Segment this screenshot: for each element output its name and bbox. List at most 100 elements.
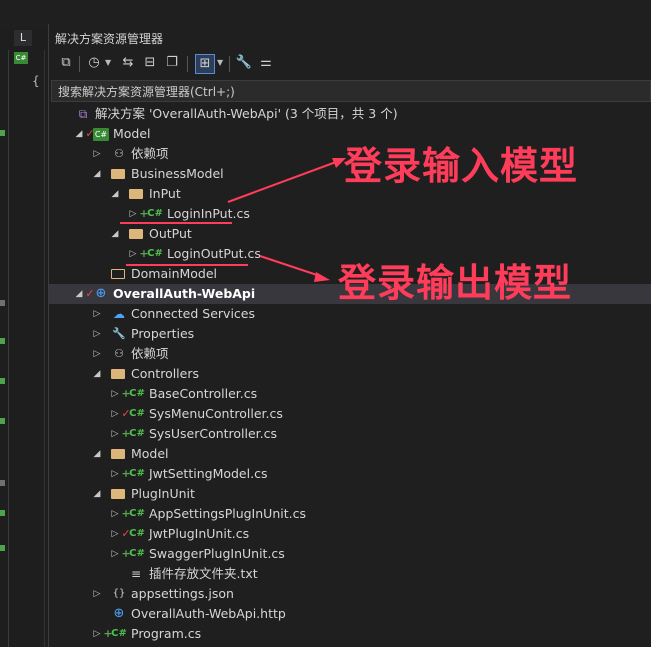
- tree-item[interactable]: ▷ ⚇ 依赖项: [49, 344, 651, 364]
- vs-switch-view-icon[interactable]: ⧉: [57, 54, 75, 72]
- gutter-divider: [44, 50, 45, 647]
- properties-wrench-icon[interactable]: 🔧: [235, 54, 253, 72]
- expander-closed-icon[interactable]: ▷: [91, 324, 103, 344]
- expander-closed-icon[interactable]: ▷: [91, 624, 103, 644]
- tree-item[interactable]: ▷ ☁ Connected Services: [49, 304, 651, 324]
- text-file-icon: ≡: [130, 567, 142, 581]
- expander-closed-icon[interactable]: ▷: [109, 464, 121, 484]
- expander-closed-icon[interactable]: ▷: [91, 144, 103, 164]
- preview-icon[interactable]: ⚌: [257, 54, 275, 72]
- expander-open-icon[interactable]: ◢: [73, 124, 85, 144]
- tree-item-label: Controllers: [131, 366, 199, 381]
- expander-closed-icon[interactable]: ▷: [109, 524, 121, 544]
- dependencies-icon: ⚇: [114, 347, 124, 360]
- cs-file-icon: C#: [129, 408, 145, 419]
- tree-item[interactable]: ◢ Model: [49, 444, 651, 464]
- folder-open-icon: [129, 189, 143, 199]
- cs-file-icon: C#: [147, 208, 163, 219]
- cs-file-icon: C#: [129, 428, 145, 439]
- annotation-input-model: 登录输入模型: [344, 144, 579, 188]
- collapse-icon[interactable]: ⊟: [141, 54, 159, 72]
- expander-open-icon[interactable]: ◢: [109, 224, 121, 244]
- chevron-down-icon[interactable]: ▼: [105, 58, 111, 67]
- search-input[interactable]: 搜索解决方案资源管理器(Ctrl+;): [51, 80, 651, 102]
- expander-open-icon[interactable]: ◢: [91, 444, 103, 464]
- tree-item[interactable]: ▷ ✓ C# JwtPlugInUnit.cs: [49, 524, 651, 544]
- expander-closed-icon[interactable]: ▷: [109, 404, 121, 424]
- expander-closed-icon[interactable]: ▷: [127, 204, 139, 224]
- annotation-output-model: 登录输出模型: [338, 261, 573, 305]
- expander-closed-icon[interactable]: ▷: [91, 304, 103, 324]
- tree-item[interactable]: ◢ Controllers: [49, 364, 651, 384]
- chevron-down-icon[interactable]: ▼: [217, 58, 223, 67]
- solution-explorer-panel: 解决方案资源管理器 ⧉ ◷ ▼ ⇆ ⊟ ❐ ⊞ ▼ 🔧 ⚌ 搜索解决方案资源管理…: [48, 24, 651, 647]
- tree-item-label: Properties: [131, 326, 195, 341]
- toolbar-separator: [187, 56, 188, 72]
- solution-explorer-toolbar: ⧉ ◷ ▼ ⇆ ⊟ ❐ ⊞ ▼ 🔧 ⚌: [49, 50, 651, 78]
- tree-item[interactable]: ◢ PlugInUnit: [49, 484, 651, 504]
- tree-item[interactable]: ▷ + C# SwaggerPlugInUnit.cs: [49, 544, 651, 564]
- expander-open-icon[interactable]: ◢: [91, 364, 103, 384]
- tree-item[interactable]: ▷ + C# LoginInPut.cs: [49, 204, 651, 224]
- tree-item[interactable]: ▷ + C# AppSettingsPlugInUnit.cs: [49, 504, 651, 524]
- filter-pending-icon[interactable]: ⊞: [195, 54, 215, 74]
- tree-item-label: Program.cs: [131, 626, 202, 641]
- expander-closed-icon[interactable]: ▷: [91, 344, 103, 364]
- expander-closed-icon[interactable]: ▷: [109, 504, 121, 524]
- cs-file-icon: C#: [14, 52, 28, 64]
- tree-item[interactable]: ▷ 🔧 Properties: [49, 324, 651, 344]
- panel-title: 解决方案资源管理器: [55, 32, 164, 46]
- tree-item[interactable]: ▷ {} appsettings.json: [49, 584, 651, 604]
- show-all-files-icon[interactable]: ❐: [163, 54, 181, 72]
- solution-icon: ⧉: [78, 107, 88, 121]
- expander-open-icon[interactable]: ◢: [91, 164, 103, 184]
- expander-closed-icon[interactable]: ▷: [127, 244, 139, 264]
- tree-item[interactable]: ⧉ 解决方案 'OverallAuth-WebApi' (3 个项目，共 3 个): [49, 104, 651, 124]
- change-marker: [0, 130, 5, 136]
- sync-icon[interactable]: ⇆: [119, 54, 137, 72]
- tree-item-label: SysUserController.cs: [149, 426, 278, 441]
- change-marker: [0, 510, 5, 516]
- cs-file-icon: C#: [129, 508, 145, 519]
- editor-gutter: L C# {: [0, 0, 48, 647]
- json-file-icon: {}: [112, 588, 126, 599]
- expander-open-icon[interactable]: ◢: [73, 284, 85, 304]
- tree-item[interactable]: ⊕ OverallAuth-WebApi.http: [49, 604, 651, 624]
- cs-file-icon: C#: [129, 468, 145, 479]
- tree-item-label: BusinessModel: [131, 166, 224, 181]
- tree-item[interactable]: ▷ ✓ C# SysMenuController.cs: [49, 404, 651, 424]
- tree-item-label: OverallAuth-WebApi: [113, 286, 256, 301]
- http-file-icon: ⊕: [113, 606, 125, 621]
- tree-item-label: BaseController.cs: [149, 386, 258, 401]
- cs-file-icon: C#: [129, 388, 145, 399]
- expander-closed-icon[interactable]: ▷: [109, 424, 121, 444]
- gutter-divider: [8, 50, 9, 647]
- change-marker: [0, 480, 5, 486]
- tree-item-label: appsettings.json: [131, 586, 234, 601]
- tree-item-label: 解决方案 'OverallAuth-WebApi' (3 个项目，共 3 个): [95, 106, 398, 121]
- annotation-underline: [120, 222, 232, 224]
- expander-open-icon[interactable]: ◢: [109, 184, 121, 204]
- editor-tab[interactable]: L: [14, 30, 32, 46]
- expander-open-icon[interactable]: ◢: [91, 484, 103, 504]
- connected-services-icon: ☁: [113, 307, 125, 321]
- expander-closed-icon[interactable]: ▷: [109, 384, 121, 404]
- properties-icon: 🔧: [112, 327, 126, 340]
- history-icon[interactable]: ◷: [85, 54, 103, 72]
- expander-closed-icon[interactable]: ▷: [109, 544, 121, 564]
- change-marker: [0, 338, 5, 344]
- tree-item[interactable]: ▷ + C# Program.cs: [49, 624, 651, 644]
- tree-item-label: OutPut: [149, 226, 192, 241]
- tree-item-label: JwtPlugInUnit.cs: [149, 526, 250, 541]
- tree-item-label: 依赖项: [131, 146, 169, 161]
- tree-item-label: LoginOutPut.cs: [167, 246, 261, 261]
- tree-item[interactable]: ▷ + C# BaseController.cs: [49, 384, 651, 404]
- tree-item[interactable]: ▷ + C# SysUserController.cs: [49, 424, 651, 444]
- folder-open-icon: [111, 369, 125, 379]
- expander-closed-icon[interactable]: ▷: [91, 584, 103, 604]
- web-project-icon: ⊕: [95, 286, 107, 301]
- folder-open-icon: [111, 449, 125, 459]
- tree-item[interactable]: ▷ + C# JwtSettingModel.cs: [49, 464, 651, 484]
- tree-item[interactable]: ≡ 插件存放文件夹.txt: [49, 564, 651, 584]
- tree-item[interactable]: ◢ OutPut: [49, 224, 651, 244]
